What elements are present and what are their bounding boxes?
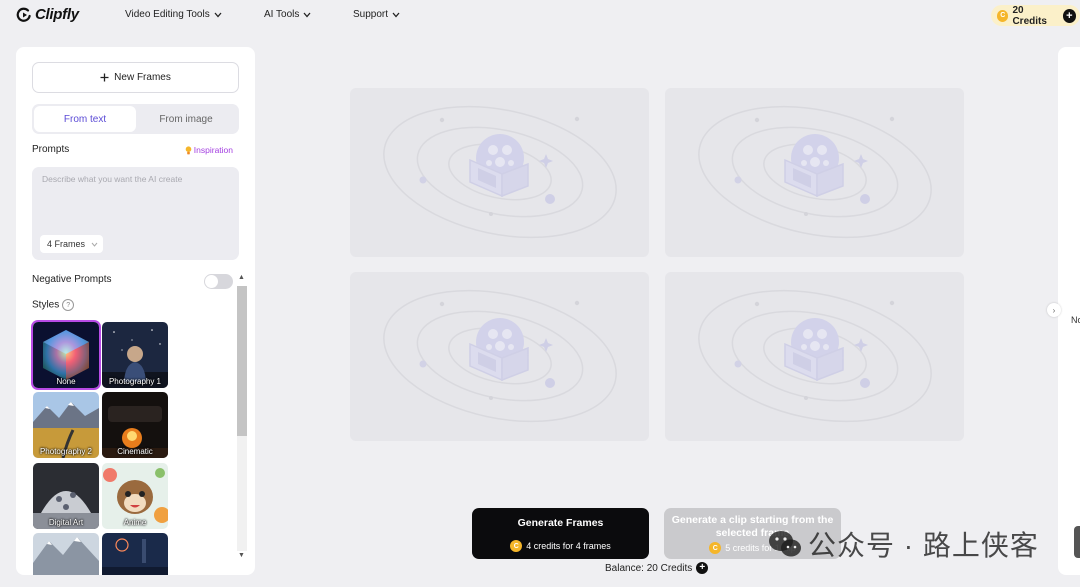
scroll-down-icon[interactable]: ▼: [238, 552, 245, 559]
generate-frames-cost: C 4 credits for 4 frames: [472, 540, 649, 552]
style-label: Cinematic: [117, 447, 153, 456]
credits-label: 20 Credits: [1012, 4, 1047, 27]
watermark: 公众号 · 路上侠客: [768, 524, 1039, 564]
right-panel-button[interactable]: [1074, 526, 1080, 558]
style-none[interactable]: None: [33, 322, 99, 388]
toggle-knob: [205, 275, 218, 288]
frame-placeholder[interactable]: [665, 272, 964, 441]
inspiration-link[interactable]: Inspiration: [185, 145, 233, 155]
frame-placeholder[interactable]: [350, 88, 649, 257]
style-photography-2[interactable]: Photography 2: [33, 392, 99, 458]
image-placeholder-icon: [698, 105, 932, 239]
tab-from-text[interactable]: From text: [34, 106, 136, 132]
coin-icon: C: [997, 9, 1009, 22]
nav-ai-tools[interactable]: AI Tools: [264, 9, 311, 20]
style-thumbnail[interactable]: [33, 533, 99, 575]
clipfly-logo-icon: [16, 7, 31, 22]
style-mountain-image: [33, 533, 99, 575]
chevron-down-icon: [303, 12, 311, 17]
style-label: Photography 2: [39, 447, 93, 456]
wechat-icon: [769, 531, 801, 557]
image-placeholder-icon: [383, 289, 617, 423]
add-credits-icon[interactable]: +: [696, 562, 709, 574]
add-credits-icon[interactable]: +: [1062, 8, 1076, 23]
new-frames-label: New Frames: [114, 72, 171, 83]
style-thumbnail[interactable]: [102, 533, 168, 575]
negative-prompts-toggle[interactable]: [204, 274, 233, 289]
frame-placeholder[interactable]: [665, 88, 964, 257]
watermark-text: 公众号 · 路上侠客: [808, 530, 1039, 561]
help-icon[interactable]: ?: [62, 299, 75, 311]
inspiration-label: Inspiration: [193, 145, 233, 155]
style-photography-1[interactable]: Photography 1: [102, 322, 168, 388]
generate-frames-title: Generate Frames: [517, 517, 604, 529]
nav-ai-tools-label: AI Tools: [264, 9, 300, 20]
prompt-placeholder: Describe what you want the AI create: [42, 174, 183, 184]
chevron-down-icon: [392, 12, 400, 17]
scroll-thumb[interactable]: [237, 286, 247, 436]
lightbulb-icon: [185, 145, 192, 154]
image-placeholder-icon: [383, 105, 617, 239]
right-panel: [1058, 47, 1080, 575]
scroll-up-icon[interactable]: ▲: [238, 274, 245, 281]
logo-text: Clipfly: [35, 6, 79, 23]
chevron-right-icon[interactable]: ›: [1047, 303, 1061, 317]
frames-count-select[interactable]: 4 Frames: [40, 235, 104, 253]
styles-heading: Styles?: [32, 299, 75, 311]
top-navigation: Clipfly Video Editing Tools AI Tools Sup…: [0, 0, 1080, 32]
style-night-city-image: [102, 533, 168, 575]
plus-icon: [100, 73, 109, 82]
prompt-textarea[interactable]: Describe what you want the AI create 4 F…: [32, 167, 239, 260]
new-frames-button[interactable]: New Frames: [32, 62, 239, 93]
style-label: Digital Art: [48, 518, 84, 527]
generate-frames-button[interactable]: Generate Frames C 4 credits for 4 frames: [472, 508, 649, 559]
nav-support[interactable]: Support: [353, 9, 400, 20]
frames-count-value: 4 Frames: [47, 239, 86, 249]
mode-tabs: From text From image: [32, 104, 239, 134]
negative-prompts-label: Negative Prompts: [32, 274, 112, 285]
coin-icon: C: [709, 542, 722, 554]
right-panel-label: No: [1071, 315, 1080, 325]
styles-label: Styles: [32, 299, 60, 311]
left-panel: New Frames From text From image Prompts …: [16, 47, 255, 575]
image-placeholder-icon: [698, 289, 932, 423]
prompts-label: Prompts: [32, 144, 70, 155]
clipfly-logo[interactable]: Clipfly: [16, 6, 79, 23]
style-anime[interactable]: Anime: [102, 463, 168, 529]
coin-icon: C: [510, 540, 523, 552]
style-cinematic[interactable]: Cinematic: [102, 392, 168, 458]
balance-label: Balance: 20 Credits: [605, 562, 693, 574]
style-label: Anime: [123, 518, 147, 527]
credits-badge[interactable]: C 20 Credits +: [991, 4, 1080, 27]
nav-video-editing-tools-label: Video Editing Tools: [125, 9, 210, 20]
chevron-down-icon: [214, 12, 222, 17]
balance-display: Balance: 20 Credits +: [605, 562, 709, 574]
nav-video-editing-tools[interactable]: Video Editing Tools: [125, 9, 222, 20]
nav-support-label: Support: [353, 9, 389, 20]
frame-placeholder[interactable]: [350, 272, 649, 441]
generate-frames-cost-label: 4 credits for 4 frames: [526, 541, 611, 551]
chevron-down-icon: [91, 242, 98, 247]
styles-scrollbar[interactable]: ▲ ▼: [237, 274, 247, 563]
style-digital-art[interactable]: Digital Art: [33, 463, 99, 529]
style-label: Photography 1: [108, 377, 162, 386]
style-label: None: [56, 377, 76, 386]
tab-from-image[interactable]: From image: [135, 106, 237, 132]
